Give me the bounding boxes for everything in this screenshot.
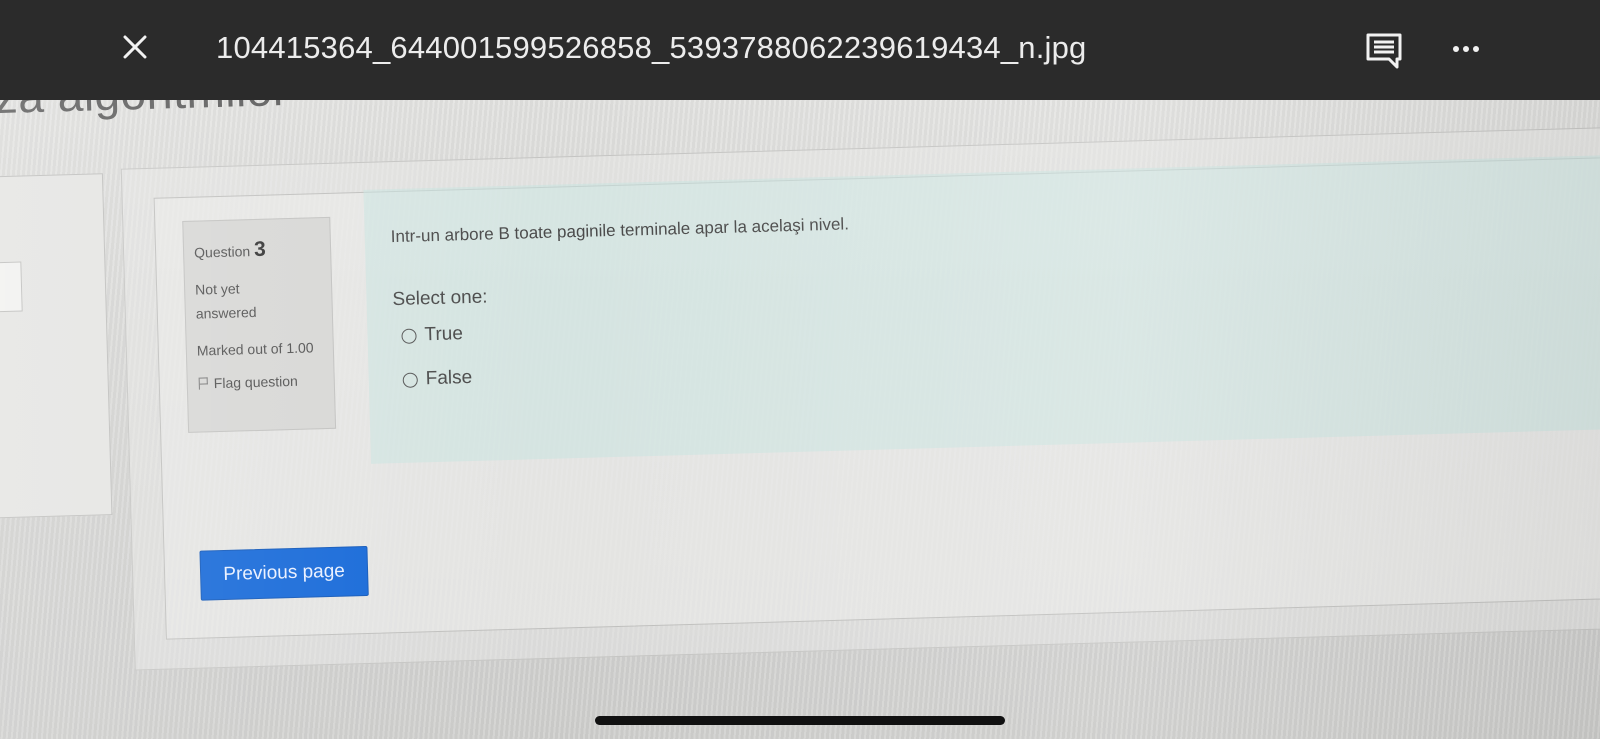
radio-true[interactable]	[401, 328, 417, 344]
flag-icon	[198, 377, 208, 389]
close-icon[interactable]	[118, 30, 152, 64]
question-number-value: 3	[253, 237, 267, 261]
more-horizontal-icon[interactable]	[1448, 34, 1484, 64]
option-false-label: False	[425, 366, 473, 390]
question-panel	[363, 153, 1600, 464]
option-true[interactable]: True	[401, 323, 463, 347]
left-input-field[interactable]	[0, 261, 23, 313]
more-dot	[1453, 46, 1459, 52]
radio-false[interactable]	[402, 371, 418, 388]
quiz-screen: za algoritmilor Question 3 Not yet answe…	[0, 0, 1600, 739]
flag-question-link[interactable]: Flag question	[198, 372, 324, 392]
question-number: Question 3	[194, 236, 321, 264]
home-indicator[interactable]	[595, 716, 1005, 725]
comment-icon[interactable]	[1364, 32, 1404, 70]
flag-question-label: Flag question	[213, 372, 299, 392]
left-navigation-block	[0, 173, 113, 519]
question-info-box: Question 3 Not yet answered Marked out o…	[182, 216, 337, 433]
monitor-photo: za algoritmilor Question 3 Not yet answe…	[0, 0, 1600, 739]
select-one-prompt: Select one:	[392, 286, 488, 311]
question-state: Not yet answered	[194, 280, 257, 322]
more-dot	[1473, 46, 1479, 52]
question-label: Question	[193, 243, 251, 261]
option-false[interactable]: False	[402, 367, 472, 391]
image-viewer-toolbar: 104415364_644001599526858_53937880622396…	[0, 0, 1600, 100]
option-true-label: True	[424, 323, 464, 346]
previous-page-button[interactable]: Previous page	[199, 545, 369, 601]
more-dot	[1463, 46, 1469, 52]
question-marks: Marked out of 1.00	[196, 339, 314, 359]
file-name: 104415364_644001599526858_53937880622396…	[216, 30, 1087, 65]
